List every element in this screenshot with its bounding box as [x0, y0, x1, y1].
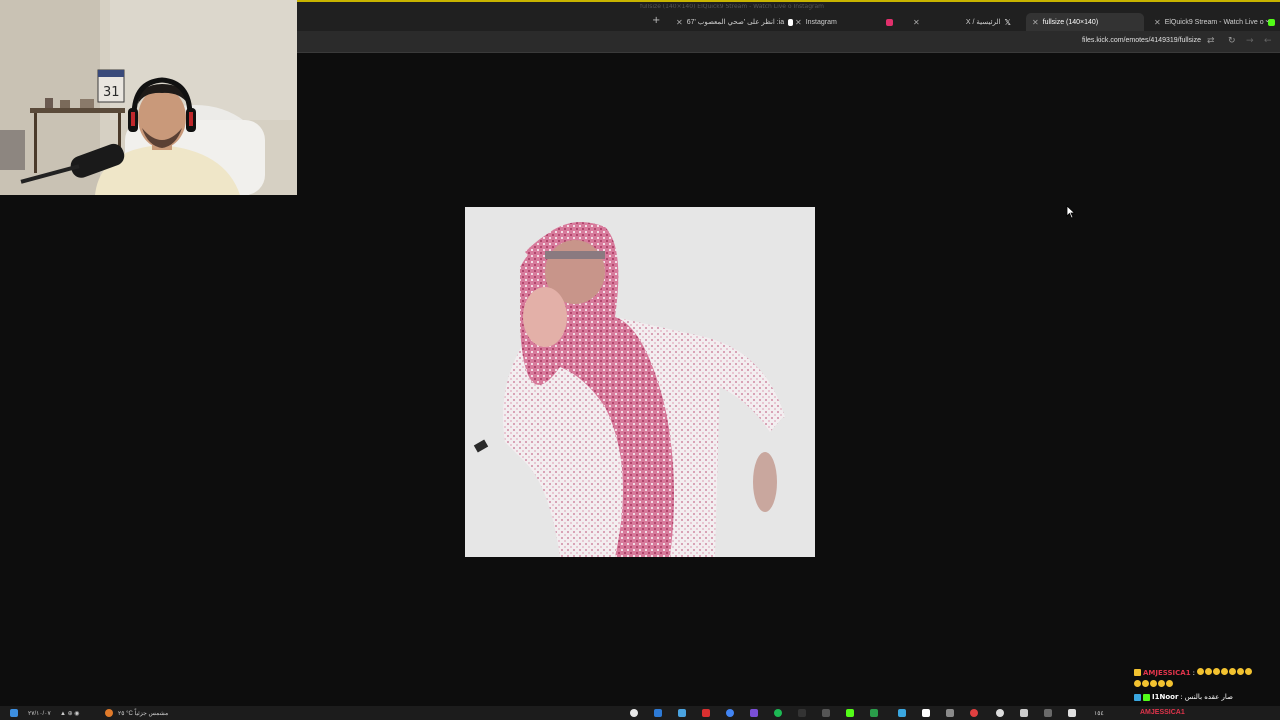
laughing-emoji-icon [1158, 680, 1165, 687]
laughing-emoji-icon [1228, 668, 1236, 675]
emoji-row [1134, 680, 1174, 689]
close-icon[interactable]: ✕ [676, 18, 683, 27]
app-icon-12[interactable] [898, 709, 906, 717]
close-icon[interactable]: ✕ [795, 18, 802, 27]
laughing-emoji-icon [1204, 668, 1212, 675]
chat-overlay-name: AMJESSICA1 [1140, 709, 1185, 716]
svg-text:31: 31 [103, 85, 120, 100]
tab-label: Instagram [805, 18, 837, 26]
streamer-webcam-image: 31 [0, 0, 297, 195]
app-icon-19[interactable] [1068, 709, 1076, 717]
forward-icon[interactable]: → [1246, 36, 1254, 46]
spotify-icon[interactable] [774, 709, 782, 717]
taskbar-time: ١٥٤ [1094, 711, 1104, 717]
tab-label: X / الرئيسية [965, 19, 1001, 26]
tab-label: ElQuick9 Stream - Watch Live o [1164, 18, 1264, 26]
app-icon-18[interactable] [1044, 709, 1052, 717]
emote-figure-illustration [465, 207, 815, 557]
x-logo-icon: 𝕏 [1004, 17, 1011, 27]
app-icon-3[interactable] [678, 709, 686, 717]
app-icon-11[interactable] [870, 709, 878, 717]
moderator-badge-icon [1134, 693, 1141, 701]
os-taskbar: ٢٧/١٠/٠٧ ▲ ⊕ ◉ ٢٥ °C مشمس جزئياً ١٥٤ AMJ… [0, 706, 1280, 720]
chat-separator: : [1192, 668, 1195, 677]
app-icon-6[interactable] [750, 709, 758, 717]
app-icon-13[interactable] [922, 709, 930, 717]
app-icon-15[interactable] [970, 709, 978, 717]
windows-icon[interactable] [10, 709, 18, 717]
app-icon-2[interactable] [654, 709, 662, 717]
new-tab-button[interactable]: + [652, 15, 660, 26]
chat-text: صار عقده بالنس [1184, 693, 1233, 701]
tab-label: انظر على 'صحي المعصوب '67 :ia [686, 19, 785, 26]
tab-list-button[interactable]: ⌄ [1264, 15, 1271, 24]
app-icon-14[interactable] [946, 709, 954, 717]
tab-fullsize[interactable]: ✕ fullsize (140×140) [1026, 13, 1144, 31]
laughing-emoji-icon [1166, 680, 1173, 687]
tab-x-home[interactable]: ✕ X / الرئيسية 𝕏 [907, 13, 1021, 31]
chat-separator: : [1180, 693, 1183, 701]
tiktok-icon [788, 18, 794, 26]
emote-image [465, 207, 815, 557]
tab-instagram[interactable]: ✕ Instagram [789, 13, 903, 31]
instagram-icon [886, 18, 893, 26]
webcam-overlay: 31 [0, 0, 297, 195]
chrome-icon[interactable] [726, 709, 734, 717]
ghost-tab-strip: fullsize (140×140) ElQuick9 Stream - Wat… [640, 4, 824, 10]
chat-message: AMJESSICA1 : [1134, 668, 1253, 677]
laughing-emoji-icon [1134, 680, 1141, 687]
chat-message: I1Noor : صار عقده بالنس [1134, 693, 1233, 701]
subscriber-badge-icon [1134, 669, 1141, 676]
chat-message-continuation [1134, 680, 1174, 689]
laughing-emoji-icon [1220, 668, 1228, 675]
url-text[interactable]: files.kick.com/emotes/4149319/fullsize [1082, 37, 1201, 44]
laughing-emoji-icon [1212, 668, 1220, 675]
mouse-cursor-icon [1066, 205, 1076, 219]
verified-badge-icon [1143, 693, 1150, 701]
laughing-emoji-icon [1244, 668, 1252, 675]
taskbar-date: ٢٧/١٠/٠٧ [28, 711, 51, 717]
app-icon-1[interactable] [630, 709, 638, 717]
chat-username: I1Noor [1152, 693, 1179, 701]
laughing-emoji-icon [1142, 680, 1149, 687]
chat-username: AMJESSICA1 [1143, 668, 1191, 677]
app-icon-17[interactable] [1020, 709, 1028, 717]
laughing-emoji-icon [1196, 668, 1204, 675]
close-icon[interactable]: ✕ [913, 18, 920, 27]
taskbar-weather: ٢٥ °C مشمس جزئياً [118, 711, 169, 717]
back-icon[interactable]: ← [1264, 36, 1272, 46]
tab-elquick9-stream[interactable]: ✕ ElQuick9 Stream - Watch Live o [1148, 13, 1275, 31]
app-icon-16[interactable] [996, 709, 1004, 717]
close-icon[interactable]: ✕ [1032, 18, 1039, 27]
app-icon-4[interactable] [702, 709, 710, 717]
tab-tiktok[interactable]: ✕ انظر على 'صحي المعصوب '67 :ia [670, 13, 794, 31]
app-icon-9[interactable] [822, 709, 830, 717]
translate-icon[interactable]: ⇄ [1207, 36, 1215, 46]
taskbar-tray-icons: ▲ ⊕ ◉ [60, 711, 80, 717]
laughing-emoji-icon [1236, 668, 1244, 675]
reload-icon[interactable]: ↻ [1228, 36, 1236, 46]
tab-label: fullsize (140×140) [1042, 18, 1099, 26]
kick-icon[interactable] [846, 709, 854, 717]
weather-icon [105, 709, 113, 717]
emoji-row [1196, 668, 1253, 677]
close-icon[interactable]: ✕ [1154, 18, 1161, 27]
stream-chat-overlay: AMJESSICA1 : I1Noor : صار عقده بالنس [1134, 666, 1280, 706]
laughing-emoji-icon [1150, 680, 1157, 687]
app-icon-8[interactable] [798, 709, 806, 717]
